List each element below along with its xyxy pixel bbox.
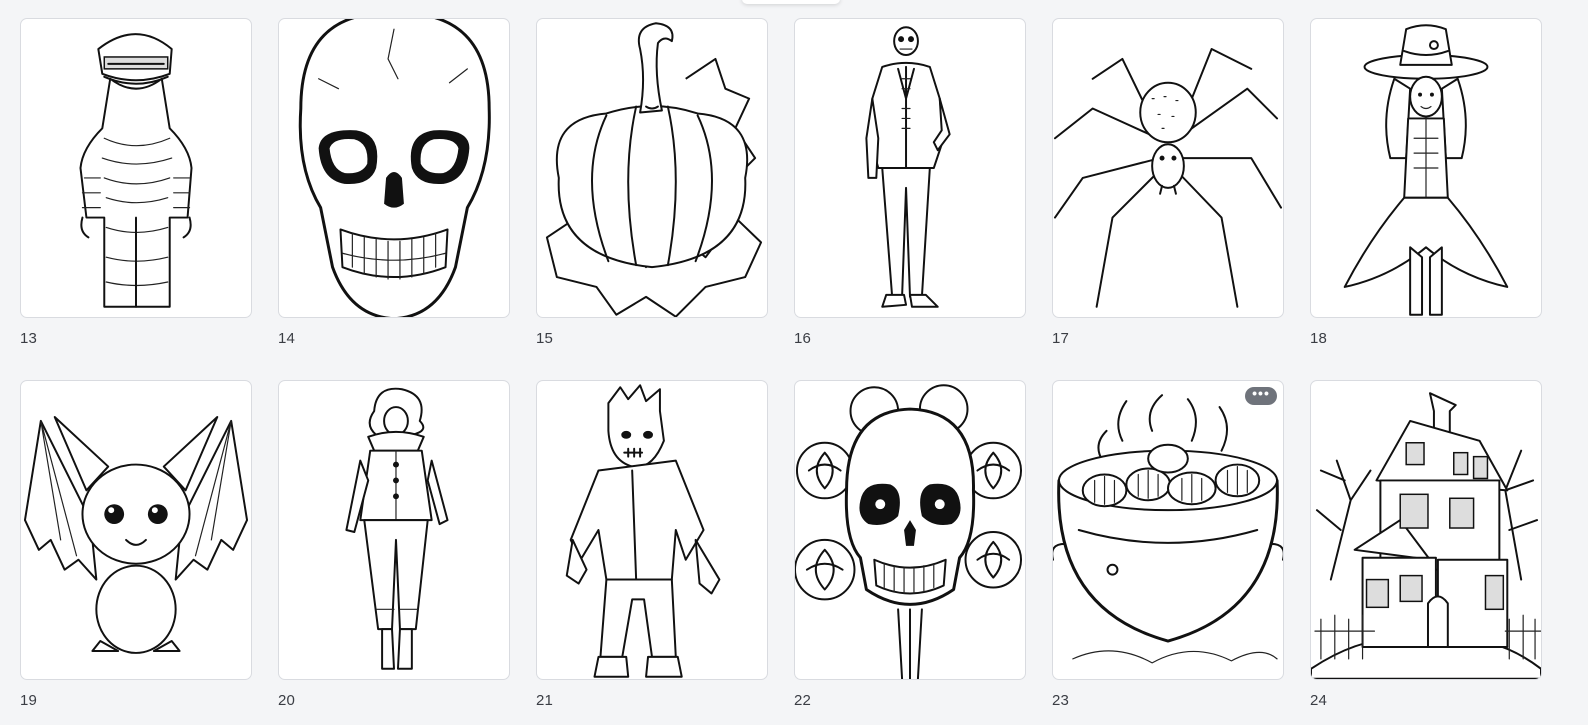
page-number: 18 <box>1310 330 1328 347</box>
page-card: 13 <box>20 18 252 360</box>
skull-roses-illustration <box>795 384 1023 679</box>
page-number: 15 <box>536 330 554 347</box>
pumpkin-illustration <box>545 22 763 317</box>
page-thumbnail-zombie[interactable] <box>536 380 768 680</box>
haunted-house-illustration <box>1311 392 1541 679</box>
page-card: 15 <box>536 18 768 360</box>
page-number: 16 <box>794 330 812 347</box>
skeleton-suit-illustration <box>865 26 951 308</box>
page-card: 16 <box>794 18 1026 360</box>
page-number: 22 <box>794 692 812 709</box>
page-thumbnail-bat[interactable] <box>20 380 252 680</box>
page-thumbnail-haunted-house[interactable] <box>1310 380 1542 680</box>
page-thumbnail-skull-roses[interactable] <box>794 380 1026 680</box>
spider-illustration <box>1053 48 1283 308</box>
page-number: 24 <box>1310 692 1328 709</box>
page-card: 19 <box>20 380 252 722</box>
page-card: 18 <box>1310 18 1542 360</box>
page-number: 19 <box>20 692 38 709</box>
bat-illustration <box>23 415 249 654</box>
clown-illustration <box>345 387 449 670</box>
page-thumbnail-mummy[interactable] <box>20 18 252 318</box>
page-card: 17 <box>1052 18 1284 360</box>
page-thumbnail-cauldron[interactable]: ••• <box>1052 380 1284 680</box>
cauldron-illustration <box>1053 394 1283 664</box>
page-card: 21 <box>536 380 768 722</box>
top-drag-handle <box>742 0 840 4</box>
page-number: 13 <box>20 330 38 347</box>
page-number: 21 <box>536 692 554 709</box>
page-card: 22 <box>794 380 1026 722</box>
page-card: 20 <box>278 380 510 722</box>
page-number: 23 <box>1052 692 1070 709</box>
page-thumbnail-skeleton-suit[interactable] <box>794 18 1026 318</box>
ellipsis-icon: ••• <box>1252 385 1270 401</box>
page-thumbnail-skull[interactable] <box>278 18 510 318</box>
page-number: 20 <box>278 692 296 709</box>
page-thumbnail-pumpkin[interactable] <box>536 18 768 318</box>
skull-illustration <box>298 19 491 317</box>
mummy-illustration <box>79 33 193 308</box>
coloring-page-grid: 13 14 15 16 17 18 19 20 21 22 ••• 23 24 <box>20 18 1542 722</box>
page-card: 24 <box>1310 380 1542 722</box>
page-thumbnail-clown[interactable] <box>278 380 510 680</box>
page-card: 14 <box>278 18 510 360</box>
zombie-illustration <box>565 384 721 678</box>
page-thumbnail-witch[interactable] <box>1310 18 1542 318</box>
more-options-button[interactable]: ••• <box>1245 385 1277 405</box>
page-number: 14 <box>278 330 296 347</box>
witch-illustration <box>1343 24 1509 316</box>
page-number: 17 <box>1052 330 1070 347</box>
page-thumbnail-spider[interactable] <box>1052 18 1284 318</box>
page-card[interactable]: ••• 23 <box>1052 380 1284 722</box>
